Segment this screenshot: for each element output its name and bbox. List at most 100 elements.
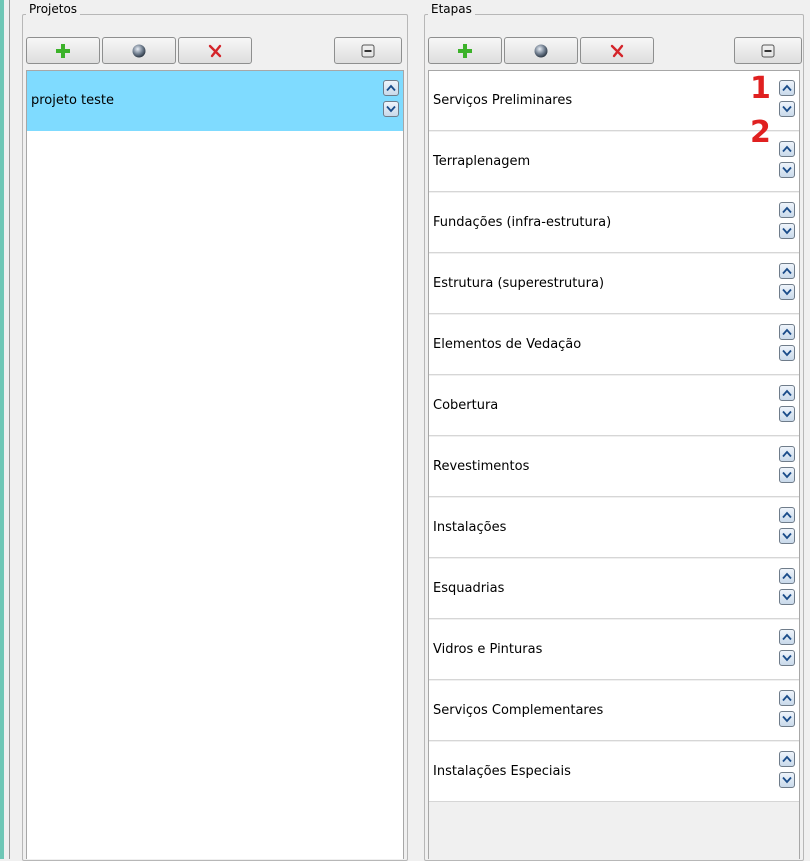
- move-down-button[interactable]: [779, 772, 795, 788]
- chevron-down-icon: [782, 593, 792, 601]
- move-up-button[interactable]: [779, 263, 795, 279]
- chevron-up-icon: [782, 511, 792, 519]
- list-item-label: Elementos de Vedação: [433, 337, 582, 352]
- globe-icon: [132, 44, 146, 57]
- annotation-one: 1: [750, 71, 771, 106]
- chevron-up-icon: [782, 694, 792, 702]
- delete-x-icon: [610, 44, 624, 57]
- list-item[interactable]: Cobertura: [429, 376, 799, 436]
- move-down-button[interactable]: [779, 101, 795, 117]
- move-down-button[interactable]: [779, 650, 795, 666]
- chevron-up-icon: [782, 633, 792, 641]
- move-up-button[interactable]: [779, 141, 795, 157]
- list-item-label: projeto teste: [31, 93, 115, 108]
- move-down-button[interactable]: [779, 589, 795, 605]
- move-up-button[interactable]: [779, 568, 795, 584]
- projetos-delete-button[interactable]: [178, 37, 252, 64]
- etapas-title: Etapas: [428, 2, 475, 16]
- move-up-button[interactable]: [779, 324, 795, 340]
- list-item-label: Terraplenagem: [433, 154, 531, 169]
- chevron-down-icon: [782, 715, 792, 723]
- projetos-panel: Projetos projeto teste: [14, 0, 410, 861]
- chevron-down-icon: [782, 471, 792, 479]
- move-up-button[interactable]: [779, 80, 795, 96]
- chevron-up-icon: [782, 450, 792, 458]
- projetos-collapse-button[interactable]: [334, 37, 402, 64]
- annotation-two: 2: [750, 115, 771, 150]
- etapas-collapse-button[interactable]: [734, 37, 802, 64]
- list-item[interactable]: Esquadrias: [429, 559, 799, 619]
- list-item[interactable]: Vidros e Pinturas: [429, 620, 799, 680]
- move-up-button[interactable]: [779, 629, 795, 645]
- chevron-down-icon: [386, 105, 396, 113]
- list-item[interactable]: Serviços Complementares: [429, 681, 799, 741]
- list-item[interactable]: Estrutura (superestrutura): [429, 254, 799, 314]
- chevron-up-icon: [782, 572, 792, 580]
- etapas-list: Serviços Preliminares Terraplenagem Fundaç…: [428, 70, 800, 859]
- move-down-button[interactable]: [383, 101, 399, 117]
- delete-x-icon: [208, 44, 222, 57]
- chevron-down-icon: [782, 105, 792, 113]
- move-down-button[interactable]: [779, 467, 795, 483]
- chevron-down-icon: [782, 166, 792, 174]
- move-up-button[interactable]: [779, 507, 795, 523]
- list-item[interactable]: Revestimentos: [429, 437, 799, 497]
- projetos-list: projeto teste: [26, 70, 404, 859]
- list-item-label: Instalações: [433, 520, 507, 535]
- list-item-label: Serviços Complementares: [433, 703, 604, 718]
- move-up-button[interactable]: [779, 202, 795, 218]
- plus-icon: [458, 43, 472, 58]
- chevron-up-icon: [782, 328, 792, 336]
- plus-icon: [56, 43, 70, 58]
- projetos-add-button[interactable]: [26, 37, 100, 64]
- chevron-down-icon: [782, 532, 792, 540]
- chevron-up-icon: [782, 84, 792, 92]
- list-item[interactable]: Fundações (infra-estrutura): [429, 193, 799, 253]
- move-up-button[interactable]: [779, 690, 795, 706]
- move-down-button[interactable]: [779, 711, 795, 727]
- move-down-button[interactable]: [779, 406, 795, 422]
- move-up-button[interactable]: [779, 385, 795, 401]
- move-down-button[interactable]: [779, 162, 795, 178]
- move-up-button[interactable]: [779, 751, 795, 767]
- chevron-down-icon: [782, 349, 792, 357]
- list-item[interactable]: Terraplenagem: [429, 132, 799, 192]
- chevron-down-icon: [782, 410, 792, 418]
- minus-icon: [761, 44, 775, 57]
- move-down-button[interactable]: [779, 223, 795, 239]
- chevron-down-icon: [782, 288, 792, 296]
- etapas-edit-button[interactable]: [504, 37, 578, 64]
- etapas-add-button[interactable]: [428, 37, 502, 64]
- list-item-label: Cobertura: [433, 398, 499, 413]
- list-item[interactable]: Serviços Preliminares: [429, 71, 799, 131]
- move-down-button[interactable]: [779, 284, 795, 300]
- list-item-label: Fundações (infra-estrutura): [433, 215, 612, 230]
- list-item-label: Serviços Preliminares: [433, 93, 573, 108]
- chevron-up-icon: [782, 206, 792, 214]
- list-item-label: Instalações Especiais: [433, 764, 571, 779]
- chevron-up-icon: [782, 755, 792, 763]
- chevron-down-icon: [782, 654, 792, 662]
- list-item[interactable]: Instalações: [429, 498, 799, 558]
- chevron-up-icon: [782, 389, 792, 397]
- list-item-label: Revestimentos: [433, 459, 530, 474]
- move-down-button[interactable]: [779, 528, 795, 544]
- chevron-down-icon: [782, 227, 792, 235]
- move-up-button[interactable]: [779, 446, 795, 462]
- globe-icon: [534, 44, 548, 57]
- list-item-label: Esquadrias: [433, 581, 505, 596]
- minus-icon: [361, 44, 375, 57]
- move-down-button[interactable]: [779, 345, 795, 361]
- etapas-panel: Etapas Serviços Preliminares Terraplenage…: [416, 0, 806, 861]
- list-item[interactable]: Instalações Especiais: [429, 742, 799, 802]
- window-edge-border: [9, 0, 10, 859]
- list-item[interactable]: Elementos de Vedação: [429, 315, 799, 375]
- chevron-up-icon: [782, 145, 792, 153]
- projetos-edit-button[interactable]: [102, 37, 176, 64]
- list-item-label: Estrutura (superestrutura): [433, 276, 605, 291]
- list-item[interactable]: projeto teste: [27, 71, 403, 131]
- chevron-up-icon: [386, 84, 396, 92]
- window-edge-accent: [0, 0, 4, 859]
- etapas-delete-button[interactable]: [580, 37, 654, 64]
- move-up-button[interactable]: [383, 80, 399, 96]
